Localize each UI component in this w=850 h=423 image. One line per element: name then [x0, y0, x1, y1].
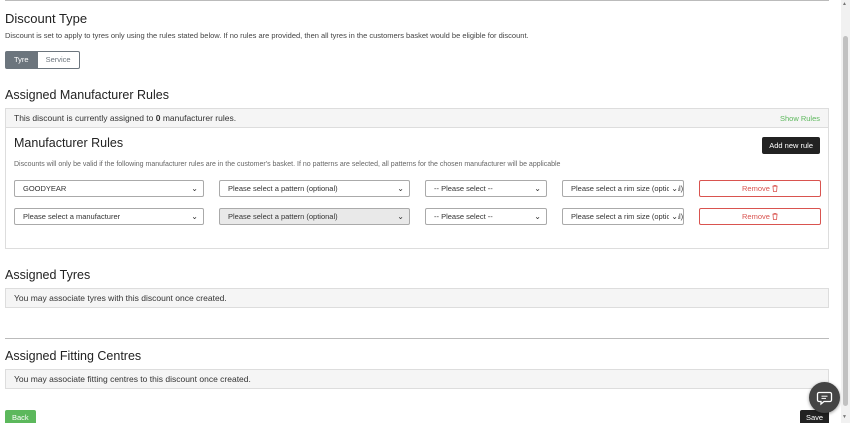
service-option-button[interactable]: Service — [37, 51, 80, 69]
scroll-down-arrow-icon[interactable]: ▼ — [842, 414, 847, 420]
discount-type-toggle: Tyre Service — [5, 51, 80, 69]
chevron-down-icon: ⌄ — [397, 212, 404, 221]
assigned-fitting-centres-heading: Assigned Fitting Centres — [5, 349, 142, 363]
manufacturer-select[interactable]: Please select a manufacturer ⌄ — [14, 208, 204, 225]
chevron-down-icon: ⌄ — [397, 184, 404, 193]
chat-launcher-button[interactable] — [809, 382, 840, 413]
rim-size-select[interactable]: Please select a rim size (optional) ⌄ — [562, 208, 684, 225]
trash-icon — [772, 213, 778, 220]
pattern-select[interactable]: Please select a pattern (optional) ⌄ — [219, 208, 410, 225]
assigned-tyres-message: You may associate tyres with this discou… — [14, 293, 227, 303]
chevron-down-icon: ⌄ — [669, 181, 678, 196]
show-rules-link[interactable]: Show Rules — [780, 114, 820, 123]
tyre-option-button[interactable]: Tyre — [5, 51, 38, 69]
chevron-down-icon: ⌄ — [191, 184, 198, 193]
manufacturer-rules-panel: This discount is currently assigned to 0… — [5, 108, 829, 249]
assigned-count-text: This discount is currently assigned to 0… — [14, 113, 237, 123]
discount-type-heading: Discount Type — [5, 11, 88, 26]
chevron-down-icon: ⌄ — [669, 209, 678, 224]
add-new-rule-button[interactable]: Add new rule — [762, 137, 820, 154]
section-divider — [5, 338, 829, 339]
assigned-manufacturer-rules-heading: Assigned Manufacturer Rules — [5, 88, 169, 102]
manufacturer-select[interactable]: GOODYEAR ⌄ — [14, 180, 204, 197]
assigned-tyres-panel: You may associate tyres with this discou… — [5, 288, 829, 308]
rim-size-select[interactable]: Please select a rim size (optional) ⌄ — [562, 180, 684, 197]
back-button[interactable]: Back — [5, 410, 36, 423]
assigned-fitting-centres-message: You may associate fitting centres to thi… — [14, 374, 251, 384]
trash-icon — [772, 185, 778, 192]
type-select[interactable]: -- Please select -- ⌄ — [425, 208, 547, 225]
pattern-select[interactable]: Please select a pattern (optional) ⌄ — [219, 180, 410, 197]
remove-rule-button[interactable]: Remove — [699, 208, 821, 225]
chevron-down-icon: ⌄ — [534, 184, 541, 193]
assigned-tyres-heading: Assigned Tyres — [5, 268, 91, 282]
scroll-up-arrow-icon[interactable]: ▲ — [842, 1, 847, 7]
chevron-down-icon: ⌄ — [534, 212, 541, 221]
scrollbar-thumb[interactable] — [843, 36, 848, 406]
type-select[interactable]: -- Please select -- ⌄ — [425, 180, 547, 197]
manufacturer-rules-note: Discounts will only be valid if the foll… — [14, 161, 561, 168]
manufacturer-panel-header: This discount is currently assigned to 0… — [6, 109, 828, 128]
remove-rule-button[interactable]: Remove — [699, 180, 821, 197]
manufacturer-rules-heading: Manufacturer Rules — [14, 136, 124, 150]
top-divider — [5, 0, 829, 1]
assigned-fitting-centres-panel: You may associate fitting centres to thi… — [5, 369, 829, 389]
chevron-down-icon: ⌄ — [191, 212, 198, 221]
discount-type-description: Discount is set to apply to tyres only u… — [5, 31, 529, 40]
chat-bubble-icon — [816, 391, 833, 406]
